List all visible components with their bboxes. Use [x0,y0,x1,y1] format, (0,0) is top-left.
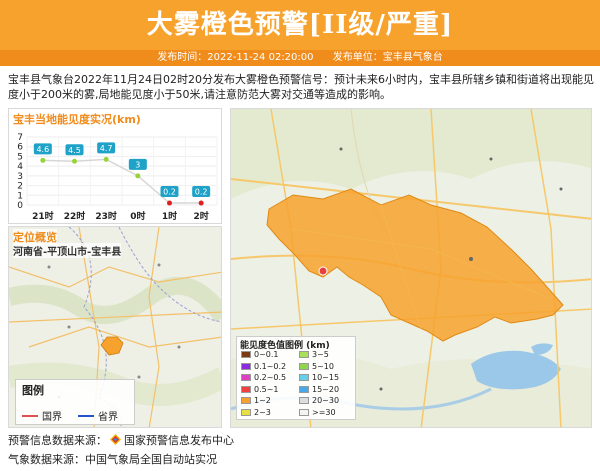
visibility-legend-label: 0.1~0.2 [254,361,287,371]
data-point [135,173,141,179]
warning-center-logo-icon [110,434,121,445]
visibility-legend-item: 20~30 [299,396,339,405]
publish-time: 发布时间：2022-11-24 02:20:00 [157,52,314,63]
data-label: 0.2 [163,188,176,197]
warning-summary: 宝丰县气象台2022年11月24日02时20分发布大雾橙色预警信号：预计未来6小… [8,73,594,101]
data-point [72,158,77,164]
y-tick-label: 0 [17,201,23,211]
visibility-legend-label: 3~5 [312,350,329,359]
warning-source-label: 预警信息数据来源： [8,434,107,447]
publisher: 发布单位：宝丰县气象台 [332,52,443,63]
provincial-border-label: 省界 [98,412,118,423]
y-tick-label: 4 [17,162,23,172]
visibility-legend-swatch [299,374,309,381]
visibility-legend-swatch [241,408,251,416]
visibility-legend-label: 0~0.1 [254,350,279,359]
visibility-legend-swatch [241,397,251,404]
national-border-label: 国界 [42,412,62,423]
visibility-legend-item: >=30 [299,408,336,417]
data-point [103,156,109,162]
visibility-legend-swatch [299,351,309,358]
y-tick-label: 3 [17,172,23,182]
visibility-legend-item: 0.2~0.5 [241,373,286,382]
visibility-legend-swatch [241,374,251,381]
visibility-legend-item: 2~3 [241,408,271,417]
visibility-legend-label: 5~10 [312,361,334,371]
data-point [40,157,46,163]
warning-header: 大雾橙色预警[II级/严重] 发布时间：2022-11-24 02:20:00 … [0,0,600,66]
warning-source: 预警信息数据来源： 国家预警信息发布中心 [8,432,234,448]
chart-title: 宝丰当地能见度实况(km) [13,113,141,126]
warning-meta: 发布时间：2022-11-24 02:20:00 发布单位：宝丰县气象台 [0,50,600,66]
visibility-legend-label: 20~30 [312,396,340,405]
visibility-legend-item: 0.5~1 [241,385,279,394]
data-label: 4.6 [36,145,49,154]
visibility-legend-item: 5~10 [299,362,334,371]
location-region: 河南省-平顶山市-宝丰县 [13,243,122,258]
weather-source: 气象数据来源：中国气象局全国自动站实况 [8,453,217,466]
legend-item-provincial-border: 省界 [78,408,118,423]
location-overview-panel[interactable]: 定位概览 河南省-平顶山市-宝丰县 图例 国界 省界 [8,226,222,428]
y-tick-label: 2 [17,182,23,192]
visibility-legend-swatch [299,385,309,393]
data-label: 4.5 [68,146,81,155]
legend-title: 图例 [22,384,44,397]
x-tick-label: 0时 [130,210,145,222]
x-tick-label: 2时 [194,210,209,222]
visibility-legend-swatch [241,385,251,393]
visibility-legend-swatch [299,362,309,370]
visibility-legend-label: 10~15 [312,373,340,382]
y-tick-label: 1 [17,191,23,201]
visibility-chart-panel: 0 1 2 3 4 5 6 7 4.6 21时 4.5 22时 4.7 23时 3 0时 0.2 1时 0.2 2时 … [8,108,222,224]
visibility-legend-item: 10~15 [299,373,339,382]
y-tick-label: 6 [17,143,23,153]
warning-title: 大雾橙色预警[II级/严重] [146,10,454,40]
warning-source-name: 国家预警信息发布中心 [124,434,234,447]
visibility-legend-swatch [241,362,251,370]
national-border-swatch [22,414,38,417]
x-tick-label: 1时 [162,210,177,222]
y-tick-label: 7 [17,133,23,143]
visibility-legend-label: 1~2 [254,396,271,405]
data-point [198,200,204,206]
visibility-legend-label: 0.5~1 [254,384,279,394]
x-tick-label: 22时 [64,210,86,222]
visibility-legend-item: 1~2 [241,396,271,405]
visibility-legend-item: 0~0.1 [241,350,279,359]
data-label: 3 [135,160,140,169]
visibility-legend-swatch [299,408,309,416]
data-label: 4.7 [100,144,113,153]
visibility-legend-label: 15~20 [312,384,340,394]
visibility-legend-label: >=30 [312,407,336,417]
provincial-border-swatch [78,414,94,417]
data-label: 0.2 [195,188,208,197]
y-tick-label: 5 [17,152,23,162]
visibility-legend-label: 0.2~0.5 [254,373,287,382]
visibility-legend-item: 3~5 [299,350,329,359]
visibility-legend-label: 2~3 [254,407,271,417]
data-point [167,200,172,206]
visibility-legend-item: 0.1~0.2 [241,362,286,371]
visibility-legend-swatch [299,397,309,404]
visibility-color-legend: 能见度色值图例 (km) 0~0.1 3~5 0.1~0.2 5~10 0.2~0.5 1… [236,336,356,420]
x-tick-label: 23时 [95,210,117,222]
visibility-legend-swatch [241,351,251,358]
boundary-legend: 图例 国界 省界 [15,379,135,425]
x-tick-label: 21时 [32,210,54,222]
visibility-legend-item: 15~20 [299,385,339,394]
legend-item-national-border: 国界 [22,408,62,423]
